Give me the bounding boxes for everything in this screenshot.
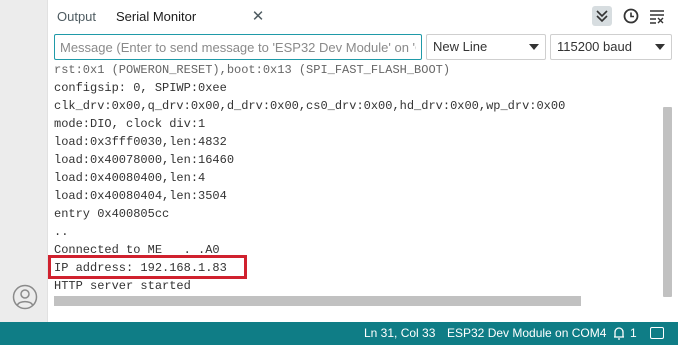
timestamp-icon[interactable] <box>621 6 641 26</box>
chevron-down-icon <box>529 44 539 50</box>
horizontal-scrollbar[interactable] <box>54 296 581 306</box>
output-line: load:0x40080400,len:4 <box>54 171 206 185</box>
output-line: HTTP server started <box>54 279 191 293</box>
output-line: .. <box>54 225 69 239</box>
output-line: load:0x40080404,len:3504 <box>54 189 227 203</box>
line-ending-select[interactable]: New Line <box>426 34 546 60</box>
clear-output-icon[interactable] <box>647 6 667 26</box>
status-bar: Ln 31, Col 33 ESP32 Dev Module on COM4 1 <box>0 322 678 345</box>
board-port-status[interactable]: ESP32 Dev Module on COM4 <box>447 322 606 345</box>
output-line: mode:DIO, clock div:1 <box>54 117 206 131</box>
toggle-panel-icon[interactable] <box>650 327 664 339</box>
account-icon[interactable] <box>12 284 38 310</box>
output-line: load:0x3fff0030,len:4832 <box>54 135 227 149</box>
baud-rate-value: 115200 baud <box>557 39 632 54</box>
vertical-scrollbar[interactable] <box>663 107 672 297</box>
output-line: entry 0x400805cc <box>54 207 170 221</box>
panel-tabbar: Output Serial Monitor ✕ <box>48 0 678 34</box>
chevron-down-icon <box>655 44 665 50</box>
notification-count: 1 <box>630 326 637 340</box>
ip-address-highlight-box <box>48 255 247 279</box>
activity-bar <box>0 0 48 322</box>
output-line: load:0x40078000,len:16460 <box>54 153 235 167</box>
close-icon[interactable]: ✕ <box>251 9 265 24</box>
output-line: configsip: 0, SPIWP:0xee <box>54 81 227 95</box>
notification-bell-icon[interactable] <box>612 322 626 345</box>
cursor-position[interactable]: Ln 31, Col 33 <box>364 322 435 345</box>
output-line: rst:0x1 (POWERON_RESET),boot:0x13 (SPI_F… <box>54 64 451 77</box>
line-ending-value: New Line <box>433 39 488 54</box>
tab-serial-monitor[interactable]: Serial Monitor <box>116 0 196 34</box>
autoscroll-icon[interactable] <box>592 6 612 26</box>
baud-rate-select[interactable]: 115200 baud <box>550 34 672 60</box>
tab-output[interactable]: Output <box>57 0 96 34</box>
output-line: clk_drv:0x00,q_drv:0x00,d_drv:0x00,cs0_d… <box>54 99 566 113</box>
message-input[interactable] <box>54 34 422 60</box>
